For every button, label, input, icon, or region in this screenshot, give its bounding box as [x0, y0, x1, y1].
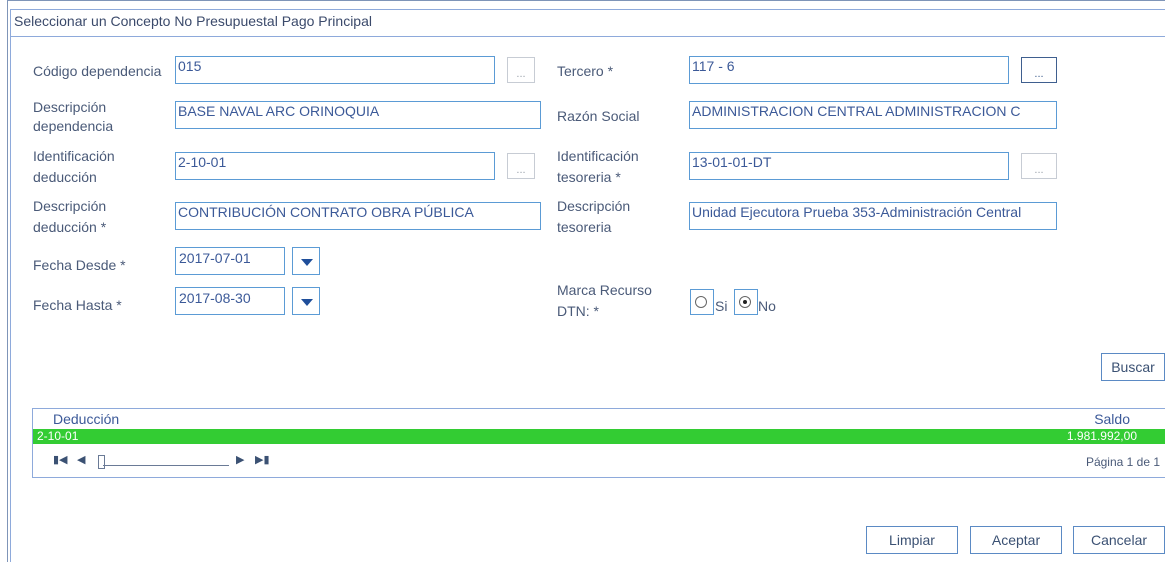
pager-status: Página 1 de 1: [1085, 455, 1160, 469]
radio-no-circle-icon: [739, 296, 751, 308]
razon-social-label: Razón Social: [557, 108, 640, 124]
first-page-icon[interactable]: ▮◀: [53, 454, 68, 466]
codigo-dependencia-lookup-button[interactable]: ...: [507, 57, 535, 83]
codigo-dependencia-label: Código dependencia: [33, 63, 162, 79]
codigo-dependencia-input[interactable]: 015: [175, 56, 495, 84]
descripcion-tesoreria-label-2: tesoreria: [557, 219, 612, 235]
prev-page-icon[interactable]: ◀: [77, 454, 85, 466]
identificacion-deduccion-input[interactable]: 2-10-01: [175, 152, 495, 180]
next-page-icon[interactable]: ▶: [236, 454, 244, 466]
fecha-hasta-input[interactable]: 2017-08-30: [175, 287, 285, 315]
grid-header: Deducción Saldo: [33, 409, 1165, 429]
dialog-left-border: [10, 37, 11, 562]
dialog-title-bar: Seleccionar un Concepto No Presupuestal …: [10, 9, 1165, 37]
fecha-desde-label: Fecha Desde *: [33, 257, 126, 273]
fecha-desde-input[interactable]: 2017-07-01: [175, 247, 285, 275]
cell-deduccion: 2-10-01: [37, 429, 79, 443]
table-row[interactable]: 2-10-01 1.981.992,00: [33, 429, 1165, 444]
marca-recurso-label-2: DTN: *: [557, 303, 599, 319]
page-slider-track[interactable]: [103, 465, 229, 466]
cancelar-button[interactable]: Cancelar: [1073, 526, 1165, 554]
aceptar-button[interactable]: Aceptar: [970, 526, 1062, 554]
column-header-saldo[interactable]: Saldo: [1094, 411, 1130, 427]
radio-no-label: No: [758, 298, 776, 314]
fecha-hasta-dropdown-button[interactable]: [292, 287, 320, 315]
identificacion-deduccion-lookup-button[interactable]: ...: [507, 153, 535, 179]
identificacion-tesoreria-input[interactable]: 13-01-01-DT: [689, 152, 1009, 180]
descripcion-deduccion-input[interactable]: CONTRIBUCIÓN CONTRATO OBRA PÚBLICA: [175, 202, 541, 230]
descripcion-deduccion-label-2: deducción *: [33, 219, 107, 235]
buscar-button[interactable]: Buscar: [1101, 353, 1165, 381]
radio-selected-dot-icon: [743, 300, 747, 304]
grid-pager: ▮◀ ◀ ▶ ▶▮ Página 1 de 1: [33, 445, 1165, 473]
identificacion-deduccion-label-1: Identificación: [33, 148, 115, 164]
identificacion-tesoreria-label-1: Identificación: [557, 148, 639, 164]
descripcion-tesoreria-label-1: Descripción: [557, 198, 631, 214]
window-top-border: [7, 0, 1165, 1]
radio-si-label: Si: [715, 298, 728, 314]
last-page-icon[interactable]: ▶▮: [255, 454, 270, 466]
fecha-hasta-label: Fecha Hasta *: [33, 297, 122, 313]
descripcion-dependencia-label-2: dependencia: [33, 118, 114, 134]
descripcion-deduccion-label-1: Descripción: [33, 198, 107, 214]
descripcion-dependencia-label-1: Descripción: [33, 99, 107, 115]
window-left-border: [7, 0, 8, 562]
fecha-desde-dropdown-button[interactable]: [292, 247, 320, 275]
descripcion-dependencia-input[interactable]: BASE NAVAL ARC ORINOQUIA: [175, 101, 541, 129]
marca-recurso-label-1: Marca Recurso: [557, 282, 652, 298]
descripcion-tesoreria-input[interactable]: Unidad Ejecutora Prueba 353-Administraci…: [689, 202, 1057, 230]
tercero-input[interactable]: 117 - 6: [689, 56, 1009, 84]
identificacion-deduccion-label-2: deducción: [33, 169, 97, 185]
page-slider-thumb[interactable]: [98, 455, 105, 469]
identificacion-tesoreria-lookup-button[interactable]: ...: [1021, 153, 1057, 179]
tercero-label: Tercero *: [557, 63, 614, 79]
dialog-title: Seleccionar un Concepto No Presupuestal …: [14, 13, 372, 29]
radio-si[interactable]: [690, 289, 714, 315]
cell-saldo: 1.981.992,00: [1066, 429, 1137, 443]
razon-social-input[interactable]: ADMINISTRACION CENTRAL ADMINISTRACION C: [689, 101, 1057, 129]
identificacion-tesoreria-label-2: tesoreria *: [557, 169, 621, 185]
radio-no[interactable]: [734, 289, 758, 315]
results-grid: Deducción Saldo 2-10-01 1.981.992,00 ▮◀ …: [32, 408, 1165, 478]
radio-si-circle-icon: [695, 296, 707, 308]
limpiar-button[interactable]: Limpiar: [866, 526, 958, 554]
tercero-lookup-button[interactable]: ...: [1021, 57, 1057, 83]
column-header-deduccion[interactable]: Deducción: [53, 411, 119, 427]
